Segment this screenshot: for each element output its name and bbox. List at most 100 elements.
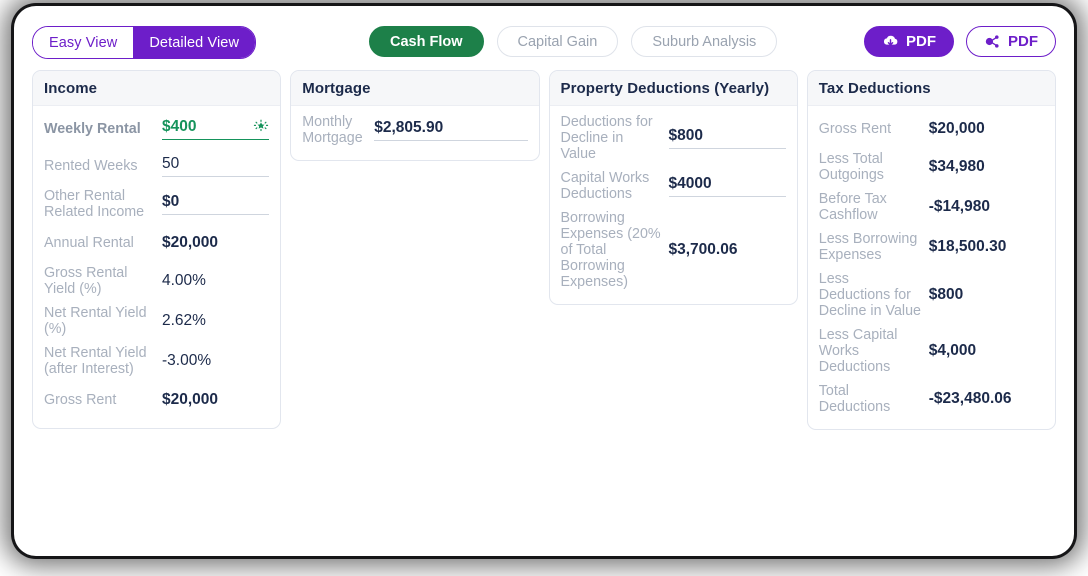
card-title: Tax Deductions bbox=[807, 71, 1055, 106]
row-value-field: $20,000 bbox=[929, 120, 1044, 138]
row-capital-works-deductions[interactable]: Capital Works Deductions $4000 bbox=[561, 166, 786, 206]
row-value-field: $20,000 bbox=[162, 391, 269, 409]
cards-grid: Income Weekly Rental $400 Rented Weeks 5… bbox=[32, 70, 1056, 430]
row-value: $800 bbox=[928, 286, 964, 303]
row-less-capital-works-deductions: Less Capital Works Deductions $4,000 bbox=[819, 323, 1044, 379]
row-value-field[interactable]: $400 bbox=[162, 117, 270, 140]
row-value: $20,000 bbox=[162, 233, 219, 251]
download-pdf-button[interactable]: PDF bbox=[864, 26, 954, 57]
row-value-field: $3,700.06 bbox=[669, 241, 786, 259]
card-income: Income Weekly Rental $400 Rented Weeks 5… bbox=[32, 70, 282, 429]
row-label: Other Rental Related Income bbox=[44, 188, 145, 220]
row-weekly-rental[interactable]: Weekly Rental $400 bbox=[44, 110, 270, 147]
tab-suburb-analysis[interactable]: Suburb Analysis bbox=[631, 26, 778, 57]
row-annual-rental: Annual Rental $20,000 bbox=[44, 224, 269, 261]
card-property-deductions: Property Deductions (Yearly) Deductions … bbox=[548, 70, 798, 305]
row-value: $4000 bbox=[668, 175, 712, 192]
row-gross-rental-yield: Gross Rental Yield (%) 4.00% bbox=[44, 261, 269, 301]
row-less-total-outgoings: Less Total Outgoings $34,980 bbox=[819, 147, 1044, 187]
row-label: Gross Rent bbox=[818, 120, 892, 137]
row-value-field: $18,500.30 bbox=[929, 238, 1044, 256]
row-value: $3,700.06 bbox=[668, 241, 738, 258]
row-value-field: $34,980 bbox=[929, 158, 1044, 176]
row-label: Gross Rental Yield (%) bbox=[44, 265, 128, 297]
row-label: Weekly Rental bbox=[44, 120, 141, 137]
row-rented-weeks[interactable]: Rented Weeks 50 bbox=[44, 147, 270, 184]
pdf-actions: PDF PDF bbox=[864, 26, 1056, 57]
share-pdf-label: PDF bbox=[1008, 33, 1038, 50]
row-label: Monthly Mortgage bbox=[302, 114, 363, 146]
row-value: 4.00% bbox=[162, 272, 206, 289]
row-value: $0 bbox=[162, 193, 180, 210]
row-label: Deductions for Decline in Value bbox=[560, 114, 653, 162]
row-value: -3.00% bbox=[162, 352, 212, 369]
row-label: Capital Works Deductions bbox=[560, 170, 650, 202]
row-value-field: $800 bbox=[929, 286, 1044, 304]
row-label: Less Borrowing Expenses bbox=[818, 231, 918, 263]
row-value-field: 4.00% bbox=[162, 272, 269, 290]
row-value-field[interactable]: 50 bbox=[162, 154, 270, 177]
share-pdf-button[interactable]: PDF bbox=[966, 26, 1056, 57]
toolbar: Easy View Detailed View Cash Flow Capita… bbox=[14, 6, 1074, 72]
row-value-field[interactable]: $800 bbox=[668, 127, 786, 149]
row-monthly-mortgage[interactable]: Monthly Mortgage $2,805.90 bbox=[302, 110, 528, 150]
row-value-field: -$23,480.06 bbox=[929, 390, 1044, 408]
row-value: $800 bbox=[668, 127, 703, 144]
row-value-field: -3.00% bbox=[162, 352, 269, 370]
row-net-rental-yield: Net Rental Yield (%) 2.62% bbox=[44, 301, 269, 341]
row-value: 50 bbox=[162, 154, 180, 172]
row-net-rental-yield-after-interest: Net Rental Yield (after Interest) -3.00% bbox=[44, 341, 269, 381]
card-title: Income bbox=[33, 71, 281, 106]
row-less-borrowing-expenses: Less Borrowing Expenses $18,500.30 bbox=[819, 227, 1044, 267]
row-label: Net Rental Yield (after Interest) bbox=[44, 345, 147, 377]
row-value: $2,805.90 bbox=[374, 119, 444, 136]
row-value: -$14,980 bbox=[928, 198, 990, 215]
row-value: $20,000 bbox=[162, 390, 219, 408]
card-body: Deductions for Decline in Value $800 Cap… bbox=[550, 106, 797, 304]
app-panel: Easy View Detailed View Cash Flow Capita… bbox=[14, 6, 1074, 556]
row-label: Annual Rental bbox=[44, 234, 134, 251]
row-gross-rent: Gross Rent $20,000 bbox=[44, 381, 269, 418]
row-value-field[interactable]: $2,805.90 bbox=[374, 119, 528, 141]
row-value: $18,500.30 bbox=[928, 238, 1007, 255]
view-toggle-detailed[interactable]: Detailed View bbox=[133, 27, 256, 58]
row-value: $20,000 bbox=[928, 119, 985, 137]
row-value-field[interactable]: $4000 bbox=[668, 175, 786, 197]
row-before-tax-cashflow: Before Tax Cashflow -$14,980 bbox=[819, 187, 1044, 227]
row-value-field: $20,000 bbox=[162, 234, 269, 252]
row-value-field: $4,000 bbox=[929, 342, 1044, 360]
row-value: $400 bbox=[162, 117, 197, 135]
row-other-rental-related-income[interactable]: Other Rental Related Income $0 bbox=[44, 184, 270, 224]
cloud-download-icon bbox=[882, 34, 899, 49]
view-mode-toggle[interactable]: Easy View Detailed View bbox=[32, 26, 257, 59]
card-title: Mortgage bbox=[291, 71, 539, 106]
row-label: Rented Weeks bbox=[44, 157, 138, 174]
analysis-tabs: Cash Flow Capital Gain Suburb Analysis bbox=[369, 26, 778, 57]
share-nodes-icon bbox=[984, 34, 1001, 49]
row-total-deductions: Total Deductions -$23,480.06 bbox=[819, 379, 1044, 419]
row-label: Less Capital Works Deductions bbox=[818, 327, 898, 375]
sparkle-icon[interactable] bbox=[247, 119, 269, 135]
row-label: Less Total Outgoings bbox=[818, 151, 884, 183]
card-body: Gross Rent $20,000 Less Total Outgoings … bbox=[808, 106, 1055, 429]
row-value-field: -$14,980 bbox=[929, 198, 1044, 216]
card-body: Monthly Mortgage $2,805.90 bbox=[291, 106, 538, 160]
card-body: Weekly Rental $400 Rented Weeks 50 Other… bbox=[33, 106, 280, 428]
card-mortgage: Mortgage Monthly Mortgage $2,805.90 bbox=[290, 70, 540, 161]
download-pdf-label: PDF bbox=[906, 33, 936, 50]
row-value: -$23,480.06 bbox=[928, 390, 1012, 407]
tab-cash-flow[interactable]: Cash Flow bbox=[369, 26, 484, 57]
row-deductions-for-decline-in-value[interactable]: Deductions for Decline in Value $800 bbox=[561, 110, 786, 166]
row-value-field[interactable]: $0 bbox=[162, 193, 270, 215]
screen: Easy View Detailed View Cash Flow Capita… bbox=[0, 0, 1088, 576]
row-less-deductions-for-decline-in-value: Less Deductions for Decline in Value $80… bbox=[819, 267, 1044, 323]
row-label: Less Deductions for Decline in Value bbox=[818, 271, 922, 319]
row-value: 2.62% bbox=[162, 312, 206, 329]
view-toggle-easy[interactable]: Easy View bbox=[33, 27, 134, 58]
row-value-field: 2.62% bbox=[162, 312, 269, 330]
row-value: $4,000 bbox=[928, 342, 977, 359]
row-label: Before Tax Cashflow bbox=[818, 191, 887, 223]
row-gross-rent: Gross Rent $20,000 bbox=[819, 110, 1044, 147]
tab-capital-gain[interactable]: Capital Gain bbox=[496, 26, 619, 57]
row-label: Total Deductions bbox=[818, 383, 891, 415]
